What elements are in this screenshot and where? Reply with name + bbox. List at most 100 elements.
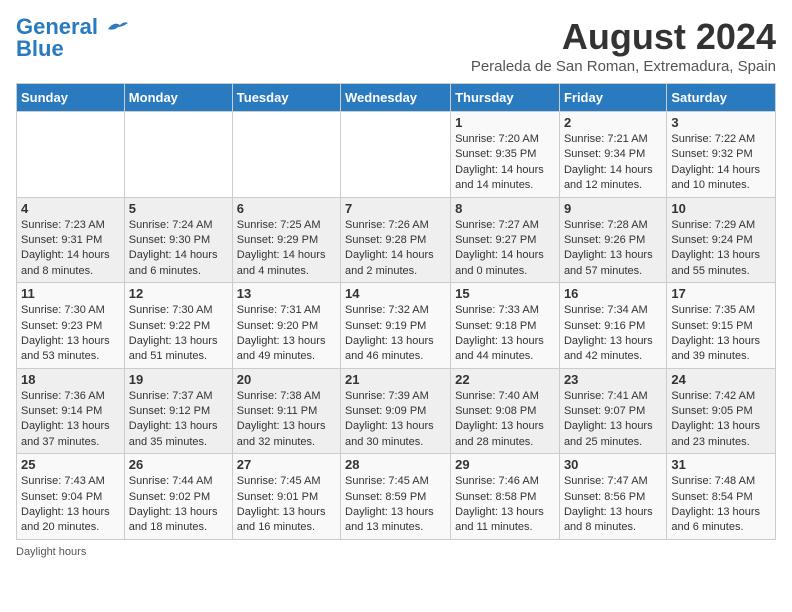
col-header-saturday: Saturday xyxy=(667,84,776,112)
day-number: 15 xyxy=(455,286,555,301)
col-header-thursday: Thursday xyxy=(451,84,560,112)
day-cell: 5 Sunrise: 7:24 AM Sunset: 9:30 PM Daylig… xyxy=(124,197,232,283)
day-number: 12 xyxy=(129,286,228,301)
day-number: 17 xyxy=(671,286,771,301)
day-cell: 29 Sunrise: 7:46 AM Sunset: 8:58 PM Dayli… xyxy=(451,454,560,540)
col-header-friday: Friday xyxy=(559,84,666,112)
week-row-5: 25 Sunrise: 7:43 AM Sunset: 9:04 PM Dayli… xyxy=(17,454,776,540)
day-info: Sunrise: 7:30 AM Sunset: 9:23 PM Dayligh… xyxy=(21,303,120,365)
logo-bird-icon xyxy=(106,19,128,37)
day-number: 21 xyxy=(345,372,446,387)
day-cell: 2 Sunrise: 7:21 AM Sunset: 9:34 PM Daylig… xyxy=(559,112,666,198)
day-number: 4 xyxy=(21,201,120,216)
day-cell: 11 Sunrise: 7:30 AM Sunset: 9:23 PM Dayli… xyxy=(17,283,125,369)
col-header-sunday: Sunday xyxy=(17,84,125,112)
day-info: Sunrise: 7:31 AM Sunset: 9:20 PM Dayligh… xyxy=(237,303,336,365)
day-number: 2 xyxy=(564,115,662,130)
day-number: 22 xyxy=(455,372,555,387)
month-year-title: August 2024 xyxy=(471,16,776,58)
day-info: Sunrise: 7:27 AM Sunset: 9:27 PM Dayligh… xyxy=(455,218,555,280)
day-number: 18 xyxy=(21,372,120,387)
day-cell: 4Sunrise: 7:23 AM Sunset: 9:31 PM Daylig… xyxy=(17,197,125,283)
day-info: Sunrise: 7:30 AM Sunset: 9:22 PM Dayligh… xyxy=(129,303,228,365)
day-info: Sunrise: 7:28 AM Sunset: 9:26 PM Dayligh… xyxy=(564,218,662,280)
day-info: Sunrise: 7:21 AM Sunset: 9:34 PM Dayligh… xyxy=(564,132,662,194)
day-cell: 23Sunrise: 7:41 AM Sunset: 9:07 PM Dayli… xyxy=(559,368,666,454)
day-number: 9 xyxy=(564,201,662,216)
day-number: 11 xyxy=(21,286,120,301)
day-cell: 25 Sunrise: 7:43 AM Sunset: 9:04 PM Dayli… xyxy=(17,454,125,540)
day-info: Sunrise: 7:34 AM Sunset: 9:16 PM Dayligh… xyxy=(564,303,662,365)
daylight-hours-label: Daylight hours xyxy=(16,546,86,558)
week-row-2: 4Sunrise: 7:23 AM Sunset: 9:31 PM Daylig… xyxy=(17,197,776,283)
day-info: Sunrise: 7:32 AM Sunset: 9:19 PM Dayligh… xyxy=(345,303,446,365)
day-cell: 6 Sunrise: 7:25 AM Sunset: 9:29 PM Daylig… xyxy=(232,197,340,283)
day-info: Sunrise: 7:26 AM Sunset: 9:28 PM Dayligh… xyxy=(345,218,446,280)
calendar-header-row: SundayMondayTuesdayWednesdayThursdayFrid… xyxy=(17,84,776,112)
day-info: Sunrise: 7:45 AM Sunset: 9:01 PM Dayligh… xyxy=(237,474,336,536)
day-cell: 8 Sunrise: 7:27 AM Sunset: 9:27 PM Daylig… xyxy=(451,197,560,283)
day-number: 10 xyxy=(671,201,771,216)
day-cell xyxy=(232,112,340,198)
day-number: 30 xyxy=(564,457,662,472)
day-info: Sunrise: 7:43 AM Sunset: 9:04 PM Dayligh… xyxy=(21,474,120,536)
day-number: 1 xyxy=(455,115,555,130)
day-number: 13 xyxy=(237,286,336,301)
day-number: 28 xyxy=(345,457,446,472)
day-cell: 17 Sunrise: 7:35 AM Sunset: 9:15 PM Dayli… xyxy=(667,283,776,369)
day-number: 8 xyxy=(455,201,555,216)
day-number: 31 xyxy=(671,457,771,472)
col-header-wednesday: Wednesday xyxy=(341,84,451,112)
day-number: 26 xyxy=(129,457,228,472)
day-info: Sunrise: 7:46 AM Sunset: 8:58 PM Dayligh… xyxy=(455,474,555,536)
day-info: Sunrise: 7:41 AM Sunset: 9:07 PM Dayligh… xyxy=(564,389,662,451)
day-cell: 16 Sunrise: 7:34 AM Sunset: 9:16 PM Dayli… xyxy=(559,283,666,369)
logo-blue: Blue xyxy=(16,38,64,60)
day-cell: 14Sunrise: 7:32 AM Sunset: 9:19 PM Dayli… xyxy=(341,283,451,369)
day-info: Sunrise: 7:48 AM Sunset: 8:54 PM Dayligh… xyxy=(671,474,771,536)
day-number: 5 xyxy=(129,201,228,216)
day-cell: 21 Sunrise: 7:39 AM Sunset: 9:09 PM Dayli… xyxy=(341,368,451,454)
location-subtitle: Peraleda de San Roman, Extremadura, Spai… xyxy=(471,58,776,75)
calendar-table: SundayMondayTuesdayWednesdayThursdayFrid… xyxy=(16,83,776,540)
week-row-4: 18 Sunrise: 7:36 AM Sunset: 9:14 PM Dayli… xyxy=(17,368,776,454)
day-cell: 15 Sunrise: 7:33 AM Sunset: 9:18 PM Dayli… xyxy=(451,283,560,369)
day-number: 16 xyxy=(564,286,662,301)
day-info: Sunrise: 7:38 AM Sunset: 9:11 PM Dayligh… xyxy=(237,389,336,451)
day-info: Sunrise: 7:20 AM Sunset: 9:35 PM Dayligh… xyxy=(455,132,555,194)
day-cell: 19Sunrise: 7:37 AM Sunset: 9:12 PM Dayli… xyxy=(124,368,232,454)
week-row-1: 1 Sunrise: 7:20 AM Sunset: 9:35 PM Daylig… xyxy=(17,112,776,198)
day-info: Sunrise: 7:35 AM Sunset: 9:15 PM Dayligh… xyxy=(671,303,771,365)
col-header-tuesday: Tuesday xyxy=(232,84,340,112)
day-cell: 26Sunrise: 7:44 AM Sunset: 9:02 PM Dayli… xyxy=(124,454,232,540)
logo: General Blue xyxy=(16,16,128,60)
day-cell: 9 Sunrise: 7:28 AM Sunset: 9:26 PM Daylig… xyxy=(559,197,666,283)
day-number: 25 xyxy=(21,457,120,472)
day-info: Sunrise: 7:39 AM Sunset: 9:09 PM Dayligh… xyxy=(345,389,446,451)
day-cell: 27Sunrise: 7:45 AM Sunset: 9:01 PM Dayli… xyxy=(232,454,340,540)
day-cell: 12 Sunrise: 7:30 AM Sunset: 9:22 PM Dayli… xyxy=(124,283,232,369)
day-info: Sunrise: 7:24 AM Sunset: 9:30 PM Dayligh… xyxy=(129,218,228,280)
day-cell: 28Sunrise: 7:45 AM Sunset: 8:59 PM Dayli… xyxy=(341,454,451,540)
day-info: Sunrise: 7:25 AM Sunset: 9:29 PM Dayligh… xyxy=(237,218,336,280)
day-info: Sunrise: 7:36 AM Sunset: 9:14 PM Dayligh… xyxy=(21,389,120,451)
title-area: August 2024 Peraleda de San Roman, Extre… xyxy=(471,16,776,75)
week-row-3: 11 Sunrise: 7:30 AM Sunset: 9:23 PM Dayli… xyxy=(17,283,776,369)
day-cell: 10 Sunrise: 7:29 AM Sunset: 9:24 PM Dayli… xyxy=(667,197,776,283)
day-number: 3 xyxy=(671,115,771,130)
footer: Daylight hours xyxy=(16,546,776,558)
day-cell: 20Sunrise: 7:38 AM Sunset: 9:11 PM Dayli… xyxy=(232,368,340,454)
day-info: Sunrise: 7:22 AM Sunset: 9:32 PM Dayligh… xyxy=(671,132,771,194)
day-cell: 22 Sunrise: 7:40 AM Sunset: 9:08 PM Dayli… xyxy=(451,368,560,454)
day-number: 29 xyxy=(455,457,555,472)
day-cell xyxy=(17,112,125,198)
day-info: Sunrise: 7:29 AM Sunset: 9:24 PM Dayligh… xyxy=(671,218,771,280)
day-info: Sunrise: 7:37 AM Sunset: 9:12 PM Dayligh… xyxy=(129,389,228,451)
day-info: Sunrise: 7:40 AM Sunset: 9:08 PM Dayligh… xyxy=(455,389,555,451)
col-header-monday: Monday xyxy=(124,84,232,112)
day-number: 6 xyxy=(237,201,336,216)
day-info: Sunrise: 7:33 AM Sunset: 9:18 PM Dayligh… xyxy=(455,303,555,365)
day-cell: 7 Sunrise: 7:26 AM Sunset: 9:28 PM Daylig… xyxy=(341,197,451,283)
day-cell: 24Sunrise: 7:42 AM Sunset: 9:05 PM Dayli… xyxy=(667,368,776,454)
day-number: 7 xyxy=(345,201,446,216)
